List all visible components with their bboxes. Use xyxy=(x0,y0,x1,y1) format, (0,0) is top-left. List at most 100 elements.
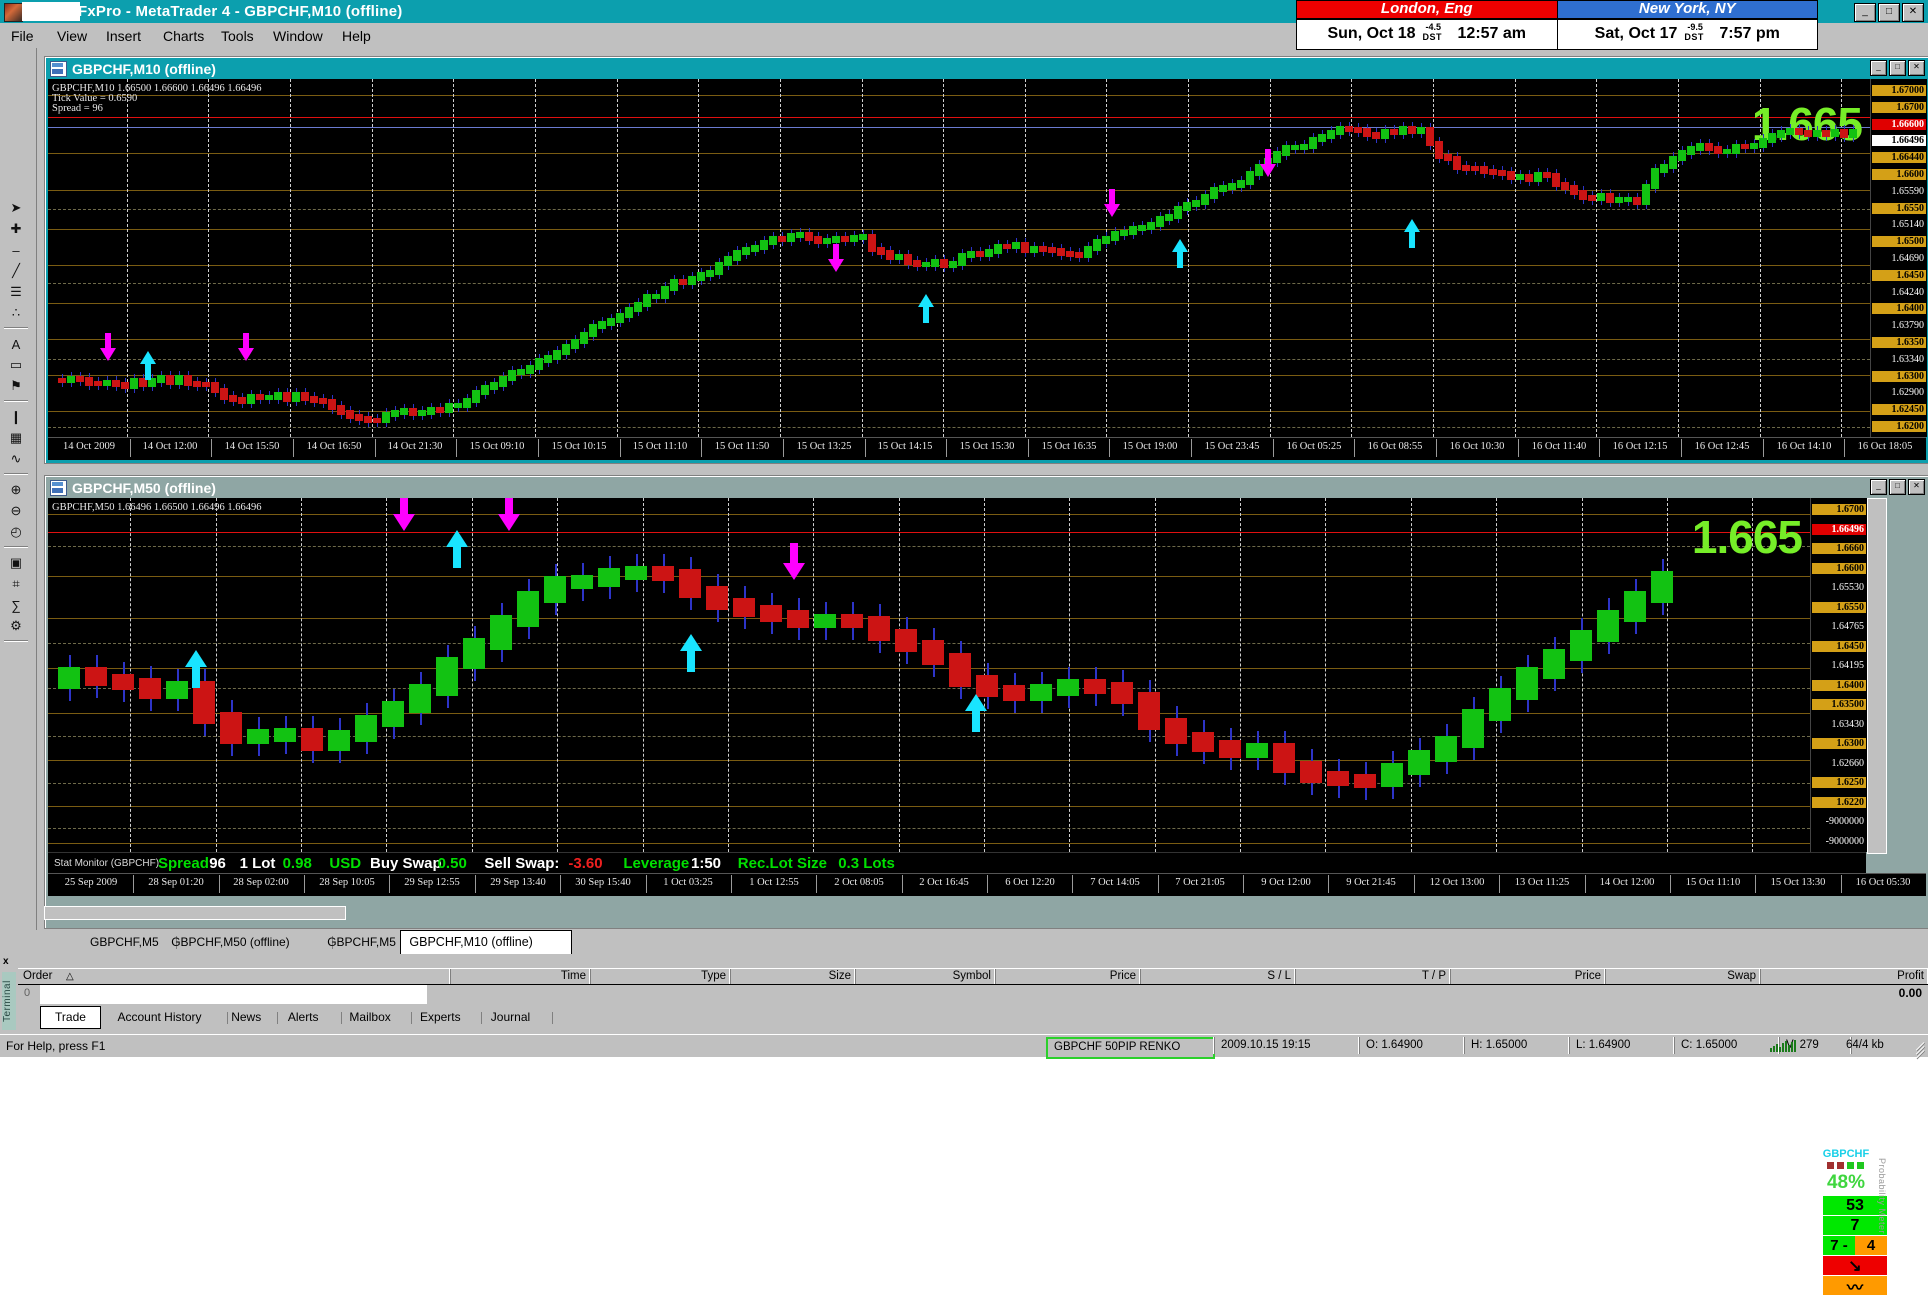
candle-body xyxy=(760,604,782,622)
terminal-column-header[interactable]: Swap xyxy=(1605,969,1761,985)
grid-line-vertical xyxy=(372,79,373,437)
terminal-column-header[interactable]: T / P xyxy=(1295,969,1451,985)
time-label: 14 Oct 2009 xyxy=(63,441,115,452)
terminal-tab-account-history[interactable]: Account History xyxy=(97,1009,228,1026)
terminal-tab-trade[interactable]: Trade xyxy=(40,1006,101,1029)
chart1-price-axis[interactable]: 1.67000 1.6700 1.66600 1.66496 1.66440 1.6600… xyxy=(1870,79,1927,437)
terminal-column-header[interactable]: S / L xyxy=(1140,969,1296,985)
grid-line-vertical xyxy=(1351,79,1352,437)
candle-body xyxy=(1201,193,1209,206)
title-blank-mask xyxy=(22,2,80,21)
terminal-tab-news[interactable]: News xyxy=(220,1009,279,1026)
menu-item-tools[interactable]: Tools xyxy=(216,27,259,45)
candle-body xyxy=(886,250,894,261)
period-icon[interactable]: ◴ xyxy=(5,522,27,542)
terminal-column-header[interactable]: Price xyxy=(995,969,1141,985)
terminal-column-header[interactable]: Size xyxy=(730,969,856,985)
chart1-close-button[interactable]: ✕ xyxy=(1908,60,1925,76)
candle-body xyxy=(1228,183,1236,190)
arrow-icon[interactable]: ⚑ xyxy=(5,376,27,396)
terminal-column-header[interactable]: Type xyxy=(590,969,731,985)
terminal-column-header[interactable]: Symbol xyxy=(855,969,996,985)
chart2-time-axis[interactable]: 25 Sep 2009 28 Sep 01:20 28 Sep 02:00 28 Se… xyxy=(48,873,1926,896)
zoom-in-icon[interactable]: ⊕ xyxy=(5,480,27,500)
candle-body xyxy=(229,394,237,403)
menu-item-charts[interactable]: Charts xyxy=(158,27,209,45)
chart-tab-3[interactable]: GBPCHF,M10 (offline) xyxy=(400,930,573,955)
price-label: 1.66600 xyxy=(1872,119,1926,130)
terminal-tab-alerts[interactable]: Alerts xyxy=(270,1009,342,1026)
terminal-tab-mailbox[interactable]: Mailbox xyxy=(334,1009,413,1026)
chart2-maximize-button[interactable]: □ xyxy=(1889,479,1906,495)
terminal-column-label: Time xyxy=(560,970,586,982)
menu-item-window[interactable]: Window xyxy=(268,27,328,45)
candle-chart-icon[interactable]: ▦ xyxy=(5,428,27,448)
chart2-vertical-scrollbar[interactable] xyxy=(1867,498,1887,854)
zoom-out-icon[interactable]: ⊖ xyxy=(5,501,27,521)
terminal-row-input[interactable] xyxy=(40,985,427,1004)
trendline-icon[interactable]: ╱ xyxy=(5,261,27,281)
candle-body xyxy=(733,250,741,262)
chart1-time-axis[interactable]: 14 Oct 2009 14 Oct 12:00 14 Oct 15:50 14 Oc… xyxy=(48,437,1926,460)
chart1-plot-area[interactable]: GBPCHF,M10 1.66500 1.66600 1.66496 1.664… xyxy=(48,79,1870,437)
text-icon[interactable]: A xyxy=(5,334,27,354)
terminal-close-icon[interactable]: x xyxy=(3,956,9,967)
bar-chart-icon[interactable]: ❙ xyxy=(5,407,27,427)
label-icon[interactable]: ▭ xyxy=(5,355,27,375)
terminal-tab-journal[interactable]: Journal xyxy=(474,1009,553,1026)
indicator-icon[interactable]: ∑ xyxy=(5,595,27,615)
chart-horizontal-scrollbar[interactable] xyxy=(44,906,346,920)
terminal-row[interactable]: 0 0.00 xyxy=(18,985,1928,1004)
menu-item-view[interactable]: View xyxy=(52,27,92,45)
terminal-column-label: S / L xyxy=(1267,970,1291,982)
candle-body xyxy=(1831,128,1839,138)
close-button[interactable]: ✕ xyxy=(1902,3,1924,22)
terminal-column-header[interactable]: Price xyxy=(1450,969,1606,985)
terminal-column-header[interactable]: Profit xyxy=(1760,969,1928,985)
template-icon[interactable]: ▣ xyxy=(5,553,27,573)
menu-item-file[interactable]: File xyxy=(6,27,39,45)
candle-body xyxy=(1705,142,1713,152)
menu-item-help[interactable]: Help xyxy=(337,27,376,45)
expert-icon[interactable]: ⚙ xyxy=(5,616,27,636)
clock-date-newyork: Sat, Oct 17 xyxy=(1594,25,1678,42)
chart1-minimize-button[interactable]: _ xyxy=(1870,60,1887,76)
chart2-minimize-button[interactable]: _ xyxy=(1870,479,1887,495)
line-chart-icon[interactable]: ∿ xyxy=(5,449,27,469)
status-close-cell: C: 1.65000 xyxy=(1674,1037,1780,1054)
terminal-column-header[interactable]: Order △ xyxy=(18,969,451,985)
price-label: 1.6450 xyxy=(1812,641,1866,652)
resize-grip-icon[interactable] xyxy=(1913,1040,1925,1059)
chart-tab-1[interactable]: GBPCHF,M50 (offline) xyxy=(163,933,334,952)
candle-body xyxy=(103,380,111,387)
candle-body xyxy=(1534,171,1542,183)
time-axis-divider xyxy=(1844,439,1845,457)
terminal-panel: x Terminal Order △ Time Type Size Symbol Price… xyxy=(0,954,1928,1032)
candle-body xyxy=(256,393,264,401)
probability-meter: GBPCHF 48% 53 7 7 -4 ↘ 〰 Probability Meter xyxy=(1805,1148,1887,1308)
grid-icon[interactable]: ⌗ xyxy=(5,574,27,594)
crosshair-icon[interactable]: ✚ xyxy=(5,219,27,239)
price-label: 1.65140 xyxy=(1891,219,1925,230)
time-label: 13 Oct 11:25 xyxy=(1514,877,1570,888)
chart2-plot-area[interactable]: GBPCHF,M50 1.66496 1.66500 1.66496 1.664… xyxy=(48,498,1810,852)
chart2-close-button[interactable]: ✕ xyxy=(1908,479,1925,495)
channel-icon[interactable]: ☰ xyxy=(5,282,27,302)
chart-window-m10: GBPCHF,M10 (offline) _ □ ✕ GBPCHF,M10 1.… xyxy=(44,56,1928,464)
minimize-button[interactable]: _ xyxy=(1854,3,1876,22)
toolbar-separator xyxy=(4,400,28,401)
chart1-maximize-button[interactable]: □ xyxy=(1889,60,1906,76)
time-axis-divider xyxy=(375,439,376,457)
terminal-column-header[interactable]: Time xyxy=(450,969,591,985)
price-label: -9000000 xyxy=(1825,836,1864,847)
terminal-tab-experts[interactable]: Experts xyxy=(404,1009,483,1026)
time-label: 1 Oct 12:55 xyxy=(749,877,799,888)
line-icon[interactable]: – xyxy=(5,240,27,260)
candle-body xyxy=(1588,194,1596,202)
maximize-button[interactable]: □ xyxy=(1878,3,1900,22)
stat-value: 0.50 xyxy=(437,855,467,872)
chart2-price-axis[interactable]: 1.6700 1.66496 1.6660 1.6600 1.65530 1.6550 1.… xyxy=(1810,498,1867,852)
menu-item-insert[interactable]: Insert xyxy=(101,27,146,45)
cursor-icon[interactable]: ➤ xyxy=(5,198,27,218)
fibo-icon[interactable]: ∴ xyxy=(5,303,27,323)
